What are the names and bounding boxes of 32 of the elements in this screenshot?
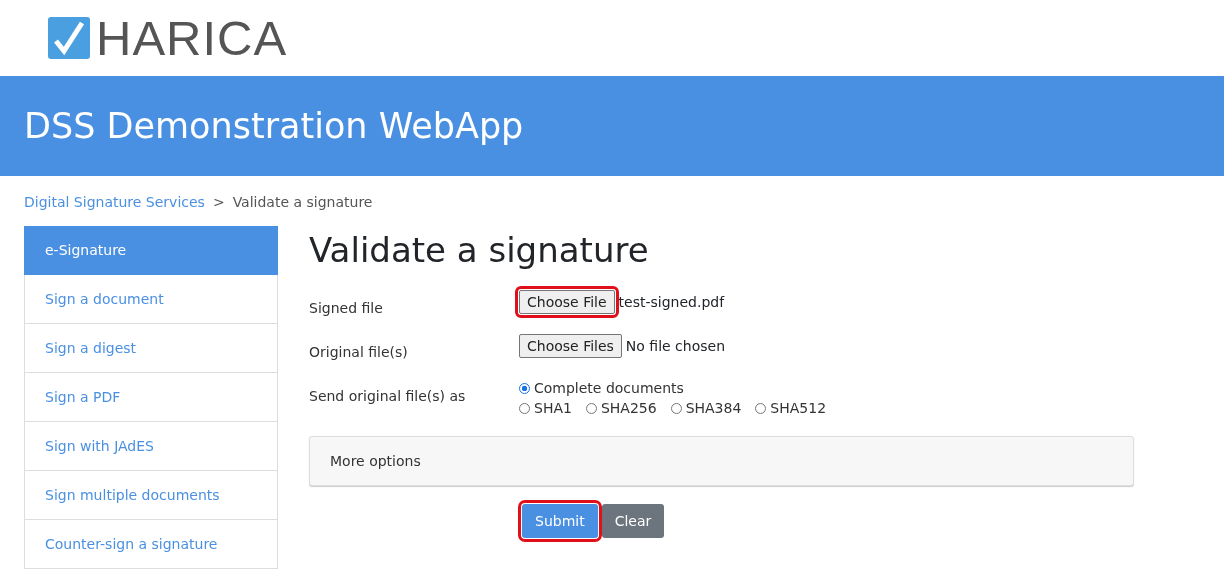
file-name: test-signed.pdf <box>618 294 725 310</box>
breadcrumb-separator: > <box>212 193 225 210</box>
radio-button[interactable] <box>519 382 530 394</box>
sidebar-item[interactable]: Sign a document <box>24 275 278 324</box>
breadcrumb-link[interactable]: Digital Signature Services <box>24 193 205 210</box>
sidebar-item[interactable]: Sign a PDF <box>24 373 278 422</box>
choose-file-button[interactable]: Choose Files <box>519 334 622 358</box>
sidebar-item[interactable]: e-Signature <box>24 226 278 275</box>
breadcrumb-current: Validate a signature <box>232 193 373 210</box>
radio-button[interactable] <box>755 402 767 414</box>
sidebar-item[interactable]: Sign a digest <box>24 324 278 373</box>
page-title: Validate a signature <box>309 230 650 270</box>
app-title: DSS Demonstration WebApp <box>24 106 524 146</box>
radio-option[interactable]: SHA1 <box>519 400 572 416</box>
radio-option[interactable]: SHA256 <box>585 400 657 416</box>
radio-option[interactable]: Complete documents <box>519 380 827 396</box>
field-label: Signed file <box>309 299 384 316</box>
clear-button[interactable]: Clear <box>601 504 665 538</box>
radio-button[interactable] <box>670 402 682 414</box>
sidebar-item[interactable]: Counter-sign a signature <box>24 520 278 569</box>
radio-option[interactable]: SHA512 <box>755 400 827 416</box>
radio-button[interactable] <box>585 402 597 414</box>
sidebar-item[interactable]: Sign with JAdES <box>24 422 278 471</box>
field-label: Send original file(s) as <box>309 387 467 404</box>
radio-button[interactable] <box>519 402 530 414</box>
sidebar-item[interactable]: Sign multiple documents <box>24 471 278 520</box>
file-name: No file chosen <box>625 338 726 354</box>
logo-text: HARICA <box>96 13 288 63</box>
more-options-panel[interactable]: More options <box>309 436 1134 486</box>
field-label: Original file(s) <box>309 343 409 360</box>
checkmark-logo-icon <box>48 17 90 59</box>
radio-option[interactable]: SHA384 <box>670 400 742 416</box>
